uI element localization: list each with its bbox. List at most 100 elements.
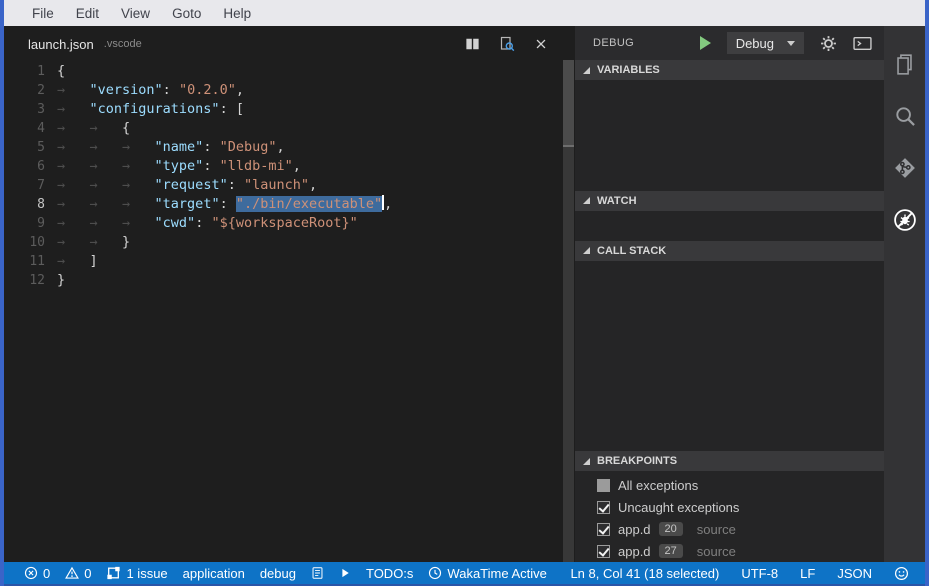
split-editor-icon[interactable] bbox=[465, 37, 480, 51]
breakpoint-row[interactable]: All exceptions bbox=[575, 474, 884, 496]
breakpoint-checkbox[interactable] bbox=[597, 479, 610, 492]
status-run[interactable] bbox=[339, 567, 351, 579]
code-line-10[interactable]: 10→ → } bbox=[4, 233, 562, 252]
scrollbar-selection-mark bbox=[563, 145, 574, 147]
status-debug-target[interactable]: debug bbox=[260, 566, 296, 581]
line-content: → → → "request": "launch", bbox=[57, 176, 317, 195]
code-line-8[interactable]: 8 → → → "target": "./bin/executable", bbox=[4, 195, 562, 214]
status-warnings[interactable]: 0 bbox=[65, 566, 91, 581]
tab-filename[interactable]: launch.json bbox=[28, 37, 94, 52]
activitybar-item-explorer[interactable] bbox=[884, 38, 925, 90]
status-issues[interactable]: 1 issue bbox=[106, 566, 167, 581]
section-label: VARIABLES bbox=[597, 64, 660, 76]
breakpoint-checkbox[interactable] bbox=[597, 523, 610, 536]
code-line-12[interactable]: 12} bbox=[4, 271, 562, 290]
section-watch[interactable]: WATCH bbox=[575, 191, 884, 211]
editor-actions bbox=[465, 36, 548, 52]
line-number: 7 bbox=[15, 176, 45, 195]
clock-icon bbox=[428, 566, 442, 580]
menubar: FileEditViewGotoHelp bbox=[4, 0, 925, 26]
line-content: → "configurations": [ bbox=[57, 100, 244, 119]
status-cursor-position-label: Ln 8, Col 41 (18 selected) bbox=[570, 566, 719, 581]
start-debug-button[interactable] bbox=[700, 36, 711, 50]
debug-console-icon[interactable] bbox=[853, 36, 872, 51]
line-content: → → → "cwd": "${workspaceRoot}" bbox=[57, 214, 358, 233]
breakpoint-label: Uncaught exceptions bbox=[618, 500, 739, 515]
section-call-stack[interactable]: CALL STACK bbox=[575, 241, 884, 261]
menu-item-goto[interactable]: Goto bbox=[161, 6, 212, 21]
editor-scrollbar[interactable] bbox=[562, 26, 575, 562]
line-number: 5 bbox=[15, 138, 45, 157]
section-variables[interactable]: VARIABLES bbox=[575, 60, 884, 80]
status-feedback[interactable] bbox=[894, 566, 909, 581]
status-encoding[interactable]: UTF-8 bbox=[741, 566, 778, 581]
line-content: → → } bbox=[57, 233, 130, 252]
line-content: → → → "name": "Debug", bbox=[57, 138, 285, 157]
issues-icon bbox=[106, 566, 121, 580]
menu-item-view[interactable]: View bbox=[110, 6, 161, 21]
activity-bar bbox=[884, 26, 925, 562]
status-warnings-label: 0 bbox=[84, 566, 91, 581]
call-stack-panel bbox=[575, 261, 884, 451]
code-line-4[interactable]: 4→ → { bbox=[4, 119, 562, 138]
activitybar-item-search[interactable] bbox=[884, 90, 925, 142]
code-line-7[interactable]: 7 → → → "request": "launch", bbox=[4, 176, 562, 195]
breakpoint-checkbox[interactable] bbox=[597, 501, 610, 514]
section-label: CALL STACK bbox=[597, 245, 666, 257]
status-todos[interactable]: TODO:s bbox=[366, 566, 413, 581]
code-line-5[interactable]: 5 → → → "name": "Debug", bbox=[4, 138, 562, 157]
line-content: → "version": "0.2.0", bbox=[57, 81, 244, 100]
debug-config-dropdown[interactable]: Debug bbox=[727, 32, 804, 54]
status-left: 0 0 1 issue application debug TODO:s WakaTime … bbox=[24, 566, 547, 581]
line-content: → → { bbox=[57, 119, 130, 138]
code-editor[interactable]: 1{2→ "version": "0.2.0",3→ "configuratio… bbox=[4, 62, 562, 290]
activitybar-item-source-control[interactable] bbox=[884, 142, 925, 194]
vscode-window: FileEditViewGotoHelp launch.json .vscode… bbox=[0, 0, 929, 586]
section-breakpoints[interactable]: BREAKPOINTS bbox=[575, 451, 884, 471]
status-cursor-position[interactable]: Ln 8, Col 41 (18 selected) bbox=[570, 566, 719, 581]
debug-toolbar: Debug bbox=[700, 32, 872, 54]
menu-item-file[interactable]: File bbox=[21, 6, 65, 21]
breakpoint-note: source bbox=[697, 522, 736, 537]
breakpoint-row[interactable]: app.d27source bbox=[575, 540, 884, 562]
status-eol[interactable]: LF bbox=[800, 566, 815, 581]
code-line-6[interactable]: 6→ → → "type": "lldb-mi", bbox=[4, 157, 562, 176]
warning-icon bbox=[65, 566, 79, 580]
debug-config-label: Debug bbox=[736, 36, 774, 51]
status-application-label: application bbox=[183, 566, 245, 581]
breakpoint-checkbox[interactable] bbox=[597, 545, 610, 558]
line-number: 11 bbox=[15, 252, 45, 271]
collapse-triangle-icon bbox=[583, 247, 590, 254]
gear-icon[interactable] bbox=[820, 35, 837, 52]
code-line-1[interactable]: 1{ bbox=[4, 62, 562, 81]
breakpoint-row[interactable]: app.d20source bbox=[575, 518, 884, 540]
open-preview-icon[interactable] bbox=[499, 36, 515, 52]
debug-icon bbox=[893, 208, 917, 232]
line-content: → → → "target": "./bin/executable", bbox=[57, 195, 392, 214]
sidebar-title-bar: DEBUG Debug bbox=[575, 26, 884, 60]
line-number: 8 bbox=[15, 195, 45, 214]
code-line-3[interactable]: 3→ "configurations": [ bbox=[4, 100, 562, 119]
section-label: WATCH bbox=[597, 195, 637, 207]
chevron-down-icon bbox=[787, 41, 795, 46]
doc-icon bbox=[311, 566, 324, 580]
menu-item-help[interactable]: Help bbox=[212, 6, 262, 21]
close-editor-icon[interactable] bbox=[534, 37, 548, 51]
breakpoint-note: source bbox=[697, 544, 736, 559]
status-language-mode-label: JSON bbox=[837, 566, 872, 581]
status-doc[interactable] bbox=[311, 566, 324, 580]
status-application[interactable]: application bbox=[183, 566, 245, 581]
activitybar-item-debug[interactable] bbox=[884, 194, 925, 246]
menu-item-edit[interactable]: Edit bbox=[65, 6, 110, 21]
status-wakatime[interactable]: WakaTime Active bbox=[428, 566, 546, 581]
code-line-2[interactable]: 2→ "version": "0.2.0", bbox=[4, 81, 562, 100]
scrollbar-slider[interactable] bbox=[563, 60, 574, 145]
breakpoint-row[interactable]: Uncaught exceptions bbox=[575, 496, 884, 518]
smiley-icon bbox=[894, 566, 909, 581]
status-errors[interactable]: 0 bbox=[24, 566, 50, 581]
playsmall-icon bbox=[339, 567, 351, 579]
code-line-11[interactable]: 11→ ] bbox=[4, 252, 562, 271]
workbench: launch.json .vscode 1{2→ "version": "0.2… bbox=[4, 26, 925, 562]
code-line-9[interactable]: 9→ → → "cwd": "${workspaceRoot}" bbox=[4, 214, 562, 233]
status-language-mode[interactable]: JSON bbox=[837, 566, 872, 581]
